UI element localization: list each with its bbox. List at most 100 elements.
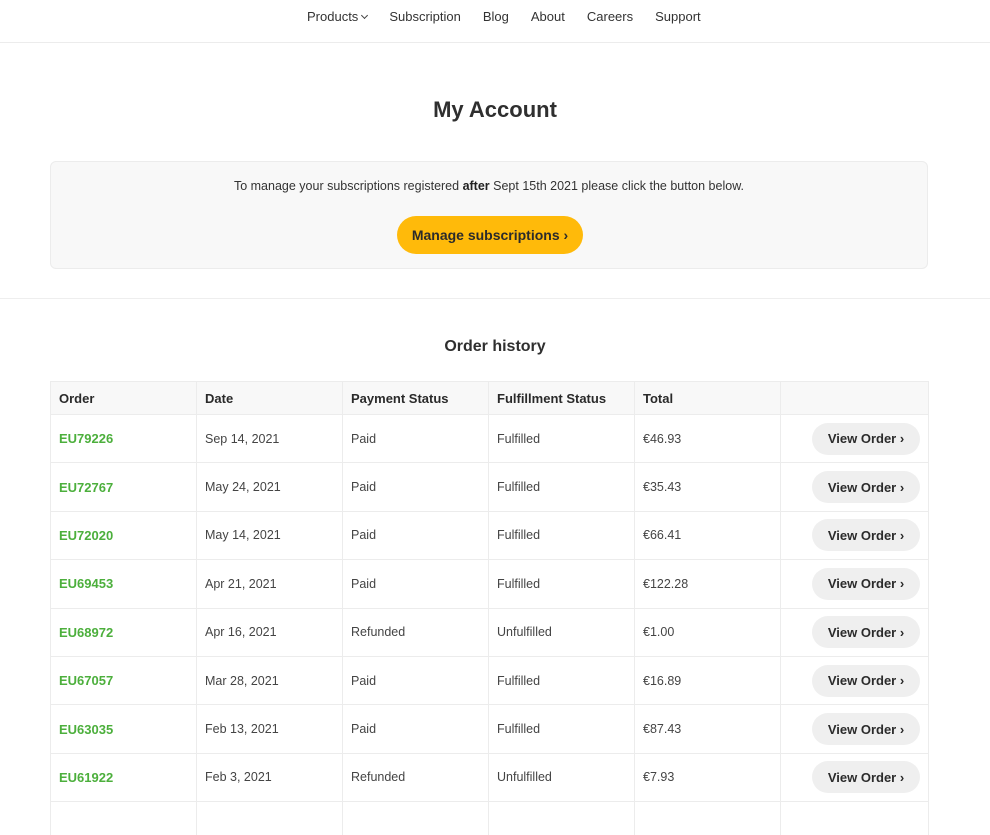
nav-item-careers[interactable]: Careers [587,9,633,24]
fulfillment-status: Unfulfilled [488,607,635,657]
order-total: €66.41 [634,510,781,561]
fulfillment-status: Fulfilled [488,510,635,561]
top-nav: Products Subscription Blog About Careers… [0,0,990,43]
payment-status: Paid [342,704,489,754]
order-total: €16.89 [634,655,781,706]
section-divider [0,298,990,299]
payment-status: Paid [342,462,489,512]
view-order-button[interactable]: View Order › [812,519,920,552]
view-order-button[interactable]: View Order › [812,471,920,504]
fulfillment-status: Fulfilled [488,413,635,464]
nav-item-label: Support [655,9,701,24]
order-history-title: Order history [444,338,546,355]
view-order-button[interactable]: View Order › [812,713,920,746]
nav-item-label: About [530,9,565,24]
action-cell: View Order › [780,510,929,561]
order-number-link[interactable]: EU72020 [50,510,197,561]
table-row: EU72767 May 24, 2021 Paid Fulfilled €35.… [50,462,929,512]
table-row: EU61922 Feb 3, 2021 Refunded Unfulfilled… [50,752,929,803]
manage-subscriptions-button[interactable]: Manage subscriptions › [397,216,583,254]
payment-status: Paid [342,510,489,561]
manage-text-emphasis: after [462,179,490,193]
nav-item-blog[interactable]: Blog [483,9,509,24]
nav-item-label: Subscription [389,9,461,24]
column-header-date: Date [196,381,343,415]
nav-item-support[interactable]: Support [655,9,701,24]
action-cell: View Order › [780,655,929,706]
action-cell: View Order › [780,752,929,803]
manage-info-text: To manage your subscriptions registered … [51,179,927,193]
order-date: Apr 16, 2021 [196,607,343,657]
fulfillment-status: Fulfilled [488,559,635,609]
order-number-link[interactable]: EU68972 [50,607,197,657]
action-cell: View Order › [780,413,929,464]
action-cell: View Order › [780,607,929,657]
payment-status: Paid [342,655,489,706]
order-date: Feb 3, 2021 [196,752,343,803]
column-header-fulfillment-status: Fulfillment Status [488,381,635,415]
table-row: EU63035 Feb 13, 2021 Paid Fulfilled €87.… [50,704,929,754]
order-number-link[interactable]: EU67057 [50,655,197,706]
manage-text-before: To manage your subscriptions registered [233,179,463,193]
empty-cell [342,801,489,835]
empty-cell [634,801,781,835]
order-total: €7.93 [634,752,781,803]
table-row: EU68972 Apr 16, 2021 Refunded Unfulfille… [50,607,929,657]
column-header-payment-status: Payment Status [342,381,489,415]
action-cell: View Order › [780,462,929,512]
order-date: May 24, 2021 [196,462,343,512]
action-cell: View Order › [780,559,929,609]
nav-links: Products Subscription Blog About Careers… [307,9,701,24]
view-order-button[interactable]: View Order › [812,422,920,455]
manage-text-after: Sept 15th 2021 please click the button b… [489,179,745,193]
table-row: EU69453 Apr 21, 2021 Paid Fulfilled €122… [50,559,929,609]
fulfillment-status: Unfulfilled [488,752,635,803]
table-row: EU72020 May 14, 2021 Paid Fulfilled €66.… [50,510,929,561]
order-number-link[interactable]: EU63035 [50,704,197,754]
manage-subscriptions-panel: To manage your subscriptions registered … [50,161,928,269]
fulfillment-status: Fulfilled [488,704,635,754]
column-header-order: Order [50,381,197,415]
fulfillment-status: Fulfilled [488,462,635,512]
chevron-down-icon [361,11,369,19]
order-date: Apr 21, 2021 [196,559,343,609]
payment-status: Refunded [342,607,489,657]
empty-cell [780,801,929,835]
order-date: May 14, 2021 [196,510,343,561]
view-order-button[interactable]: View Order › [812,567,920,600]
nav-item-label: Blog [482,9,509,24]
order-total: €87.43 [634,704,781,754]
table-row: EU79226 Sep 14, 2021 Paid Fulfilled €46.… [50,413,929,464]
fulfillment-status: Fulfilled [488,655,635,706]
view-order-button[interactable]: View Order › [812,664,920,697]
column-header-total: Total [634,381,781,415]
nav-item-about[interactable]: About [531,9,565,24]
empty-cell [50,801,197,835]
order-number-link[interactable]: EU72767 [50,462,197,512]
column-header-actions [780,381,929,415]
payment-status: Paid [342,413,489,464]
nav-item-subscription[interactable]: Subscription [389,9,461,24]
order-number-link[interactable]: EU69453 [50,559,197,609]
order-date: Sep 14, 2021 [196,413,343,464]
order-total: €1.00 [634,607,781,657]
nav-item-products[interactable]: Products [307,9,369,24]
order-total: €35.43 [634,462,781,512]
view-order-button[interactable]: View Order › [812,616,920,649]
view-order-button[interactable]: View Order › [812,761,920,794]
table-row-partial [50,801,929,835]
nav-item-label: Products [307,9,359,24]
order-total: €46.93 [634,413,781,464]
order-number-link[interactable]: EU61922 [50,752,197,803]
empty-cell [196,801,343,835]
order-total: €122.28 [634,559,781,609]
table-row: EU67057 Mar 28, 2021 Paid Fulfilled €16.… [50,655,929,706]
payment-status: Paid [342,559,489,609]
page-title: My Account [433,97,557,122]
empty-cell [488,801,635,835]
order-history-table: Order Date Payment Status Fulfillment St… [50,381,929,835]
order-date: Feb 13, 2021 [196,704,343,754]
nav-item-label: Careers [586,9,634,24]
order-number-link[interactable]: EU79226 [50,413,197,464]
action-cell: View Order › [780,704,929,754]
